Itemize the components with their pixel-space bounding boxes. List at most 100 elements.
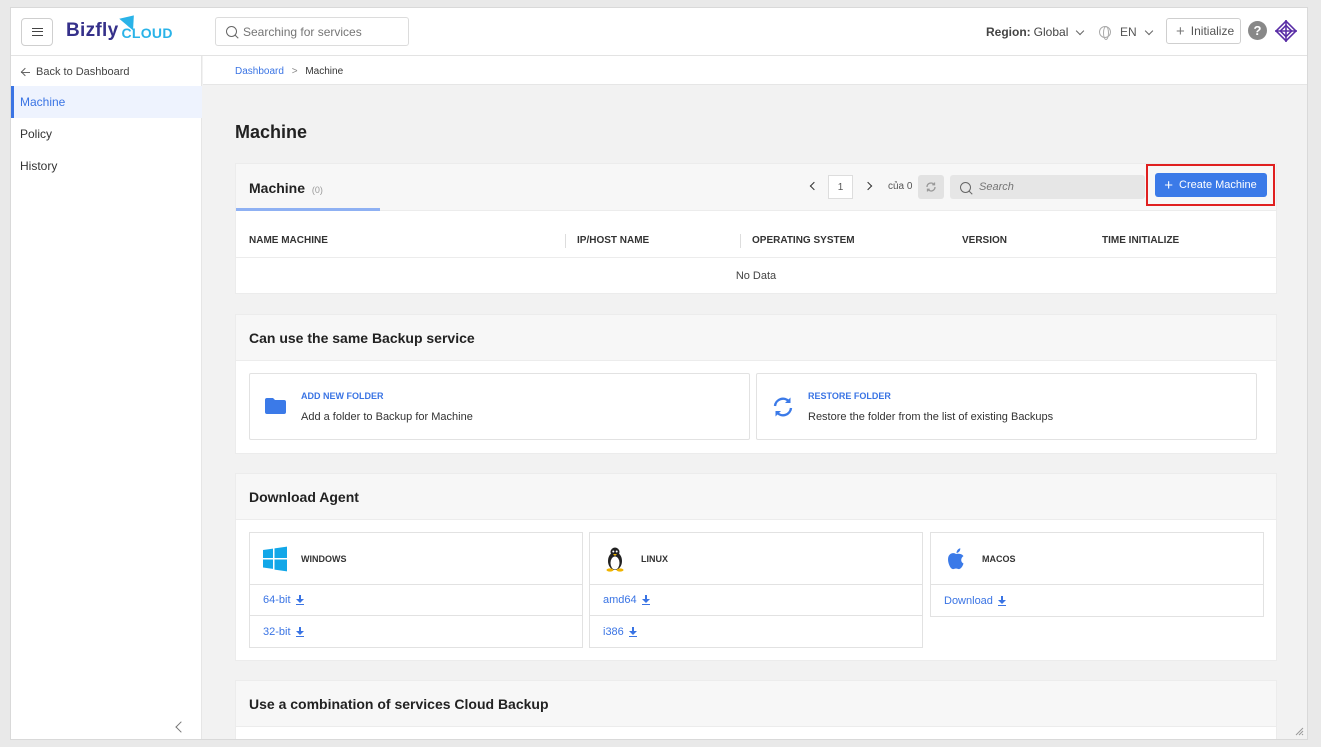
machine-search[interactable] (950, 175, 1145, 199)
machine-tab[interactable]: Machine (0) (249, 180, 323, 196)
download-icon (295, 595, 304, 605)
sidebar-item-policy[interactable]: Policy (11, 118, 202, 150)
backup-service-card: Can use the same Backup service ADD NEW … (235, 314, 1277, 454)
linux-icon (606, 547, 624, 572)
breadcrumb-current: Machine (305, 66, 344, 77)
sidebar-item-history[interactable]: History (11, 150, 202, 182)
chevron-left-icon[interactable] (809, 181, 819, 191)
refresh-button[interactable] (918, 175, 944, 199)
machine-tab-title: Machine (249, 180, 306, 196)
region-selector[interactable]: Region: Global (986, 25, 1085, 39)
create-machine-highlight: + Create Machine (1146, 164, 1275, 206)
add-new-folder-desc: Add a folder to Backup for Machine (301, 411, 473, 423)
menu-button[interactable] (21, 18, 53, 46)
linux-agent-box: LINUX amd64 i386 (589, 532, 923, 648)
language-selector[interactable]: EN (1099, 25, 1153, 40)
download-link-32bit[interactable]: 32-bit (250, 616, 582, 647)
download-link-64bit[interactable]: 64-bit (250, 585, 582, 616)
initialize-button[interactable]: + Initialize (1166, 18, 1241, 44)
plus-icon: + (1176, 22, 1185, 40)
macos-agent-box: MACOS Download (930, 532, 1264, 617)
page-title: Machine (235, 122, 308, 142)
combination-card: Use a combination of services Cloud Back… (235, 680, 1277, 739)
empty-state-text: No Data (735, 269, 777, 282)
sidebar-item-machine[interactable]: Machine (11, 86, 202, 118)
column-header[interactable]: IP/HOST NAME (577, 235, 649, 246)
download-link-label: 64-bit (263, 594, 291, 606)
column-divider (565, 234, 566, 248)
app-window: Bizfly CLOUD Region: Global EN + Initial… (10, 7, 1308, 740)
windows-agent-box: WINDOWS 64-bit 32-bit (249, 532, 583, 648)
top-header: Bizfly CLOUD Region: Global EN + Initial… (11, 8, 1307, 56)
language-value: EN (1120, 25, 1137, 39)
help-icon[interactable]: ? (1248, 21, 1267, 40)
column-header[interactable]: OPERATING SYSTEM (752, 235, 855, 246)
restore-folder-option[interactable]: RESTORE FOLDER Restore the folder from t… (756, 373, 1257, 440)
download-icon (628, 626, 637, 637)
breadcrumb-dashboard-link[interactable]: Dashboard (235, 66, 284, 77)
chevron-down-icon (1076, 26, 1085, 35)
agent-platform-header: WINDOWS (250, 533, 582, 585)
download-link-label: 32-bit (263, 625, 291, 638)
breadcrumb-separator: > (291, 66, 298, 77)
back-label: Back to Dashboard (36, 66, 130, 78)
restore-icon (773, 397, 793, 417)
download-link-label: Download (944, 594, 993, 607)
service-search-input[interactable] (243, 24, 393, 39)
column-header[interactable]: NAME MACHINE (249, 235, 328, 246)
platform-name: LINUX (641, 554, 668, 564)
download-agent-title: Download Agent (236, 474, 1276, 520)
collapse-sidebar-chevron-icon[interactable] (175, 721, 187, 733)
download-icon (641, 595, 650, 605)
machine-count: (0) (311, 185, 323, 195)
add-new-folder-title: ADD NEW FOLDER (301, 391, 384, 401)
download-link-label: i386 (603, 625, 624, 638)
plus-icon: + (1164, 176, 1174, 194)
arrow-left-icon (21, 68, 31, 76)
add-new-folder-option[interactable]: ADD NEW FOLDER Add a folder to Backup fo… (249, 373, 750, 440)
folder-icon (265, 398, 286, 414)
logo[interactable]: Bizfly CLOUD (66, 9, 173, 42)
sidebar-item-label: Policy (20, 127, 53, 141)
restore-folder-desc: Restore the folder from the list of exis… (808, 411, 1054, 423)
create-machine-button[interactable]: + Create Machine (1154, 173, 1267, 197)
refresh-icon (926, 182, 936, 192)
chevron-down-icon (1144, 26, 1153, 35)
windows-icon (263, 546, 287, 572)
back-to-dashboard-link[interactable]: Back to Dashboard (21, 66, 130, 78)
machine-table-header: Machine (0) 1 của 0 + Create M (236, 164, 1276, 211)
combination-title: Use a combination of services Cloud Back… (236, 681, 1276, 727)
restore-folder-title: RESTORE FOLDER (808, 391, 891, 401)
region-value: Global (1033, 25, 1069, 39)
platform-name: MACOS (982, 554, 1016, 564)
download-link-amd64[interactable]: amd64 (590, 585, 922, 616)
apple-icon (948, 548, 964, 570)
page-total: của 0 (888, 181, 913, 192)
agent-platform-header: LINUX (590, 533, 922, 585)
column-header[interactable]: VERSION (962, 235, 1007, 246)
download-icon (997, 595, 1006, 606)
sidebar: Back to Dashboard Machine Policy History (11, 56, 202, 739)
initialize-label: Initialize (1190, 24, 1235, 38)
download-icon (295, 626, 304, 637)
backup-service-title: Can use the same Backup service (236, 315, 1276, 361)
download-link-i386[interactable]: i386 (590, 616, 922, 647)
download-link-macos[interactable]: Download (931, 585, 1263, 616)
search-icon (960, 181, 971, 193)
page-number-input[interactable]: 1 (828, 175, 853, 199)
create-machine-label: Create Machine (1179, 179, 1257, 191)
machine-table-card: Machine (0) 1 của 0 + Create M (235, 163, 1277, 294)
hamburger-icon (31, 28, 43, 36)
resize-handle-icon[interactable] (1294, 726, 1304, 736)
column-header[interactable]: TIME INITIALIZE (1102, 235, 1179, 246)
download-agent-card: Download Agent WINDOWS 64-bit 32-bit LIN… (235, 473, 1277, 661)
service-search[interactable] (215, 17, 409, 46)
region-label: Region: (986, 25, 1031, 39)
chevron-right-icon[interactable] (863, 181, 873, 191)
globe-icon (1099, 26, 1111, 40)
machine-search-input[interactable] (979, 181, 1139, 193)
user-avatar-icon[interactable] (1273, 18, 1299, 44)
agent-platform-header: MACOS (931, 533, 1263, 585)
column-divider (740, 234, 741, 248)
search-icon (226, 26, 237, 37)
